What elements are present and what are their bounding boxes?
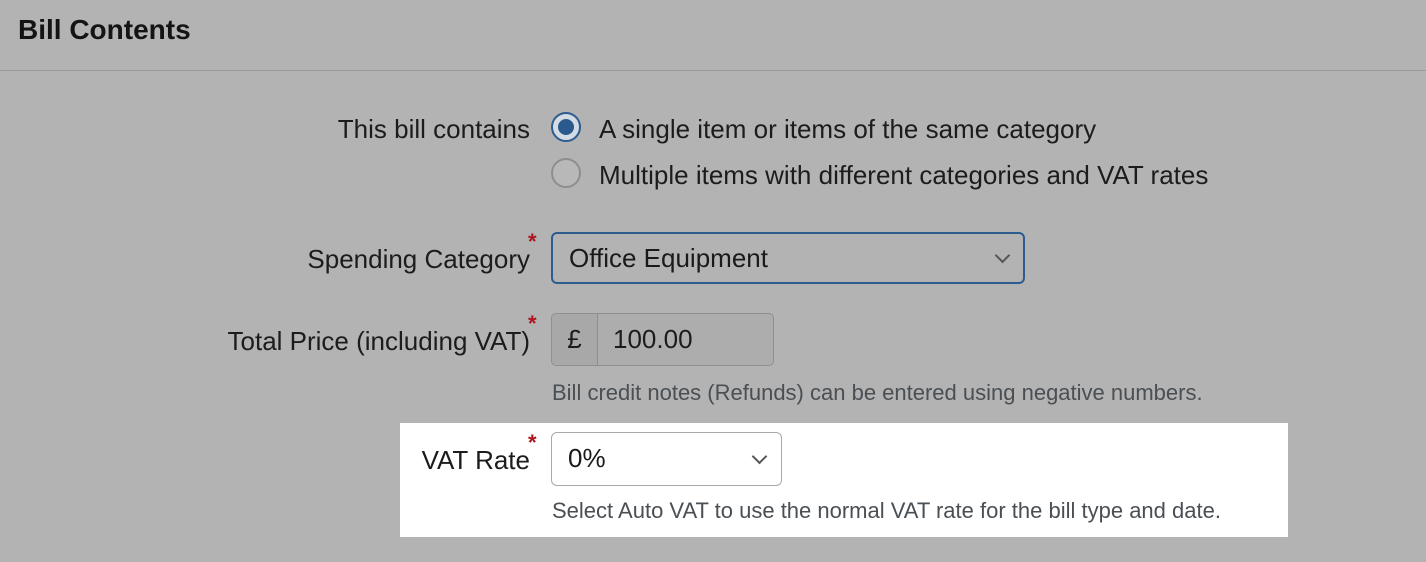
spending-category-select[interactable]: Office Equipment — [551, 232, 1025, 284]
total-price-input[interactable]: 100.00 — [599, 314, 773, 365]
radio-multiple-categories[interactable] — [551, 158, 581, 188]
total-price-label: Total Price (including VAT) — [227, 326, 530, 356]
chevron-down-icon — [751, 448, 768, 465]
section-title: Bill Contents — [18, 14, 191, 45]
vat-rate-help: Select Auto VAT to use the normal VAT ra… — [552, 498, 1221, 523]
radio-multiple-categories-label[interactable]: Multiple items with different categories… — [599, 160, 1208, 191]
required-marker: * — [528, 430, 537, 455]
chevron-down-icon — [994, 247, 1011, 264]
vat-rate-label: VAT Rate — [421, 445, 530, 475]
spending-category-label: Spending Category — [307, 244, 530, 274]
spending-category-value: Office Equipment — [569, 243, 768, 273]
vat-rate-value: 0% — [568, 443, 606, 473]
vat-rate-select[interactable]: 0% — [551, 432, 782, 486]
total-price-field: £ 100.00 — [551, 313, 774, 366]
total-price-help: Bill credit notes (Refunds) can be enter… — [552, 380, 1203, 405]
required-marker: * — [528, 229, 537, 254]
section-header: Bill Contents — [0, 0, 1426, 71]
radio-single-category[interactable] — [551, 112, 581, 142]
radio-single-category-label[interactable]: A single item or items of the same categ… — [599, 114, 1096, 145]
bill-contains-label: This bill contains — [337, 114, 530, 144]
radio-selected-dot — [558, 119, 574, 135]
currency-symbol: £ — [552, 314, 598, 365]
required-marker: * — [528, 311, 537, 336]
